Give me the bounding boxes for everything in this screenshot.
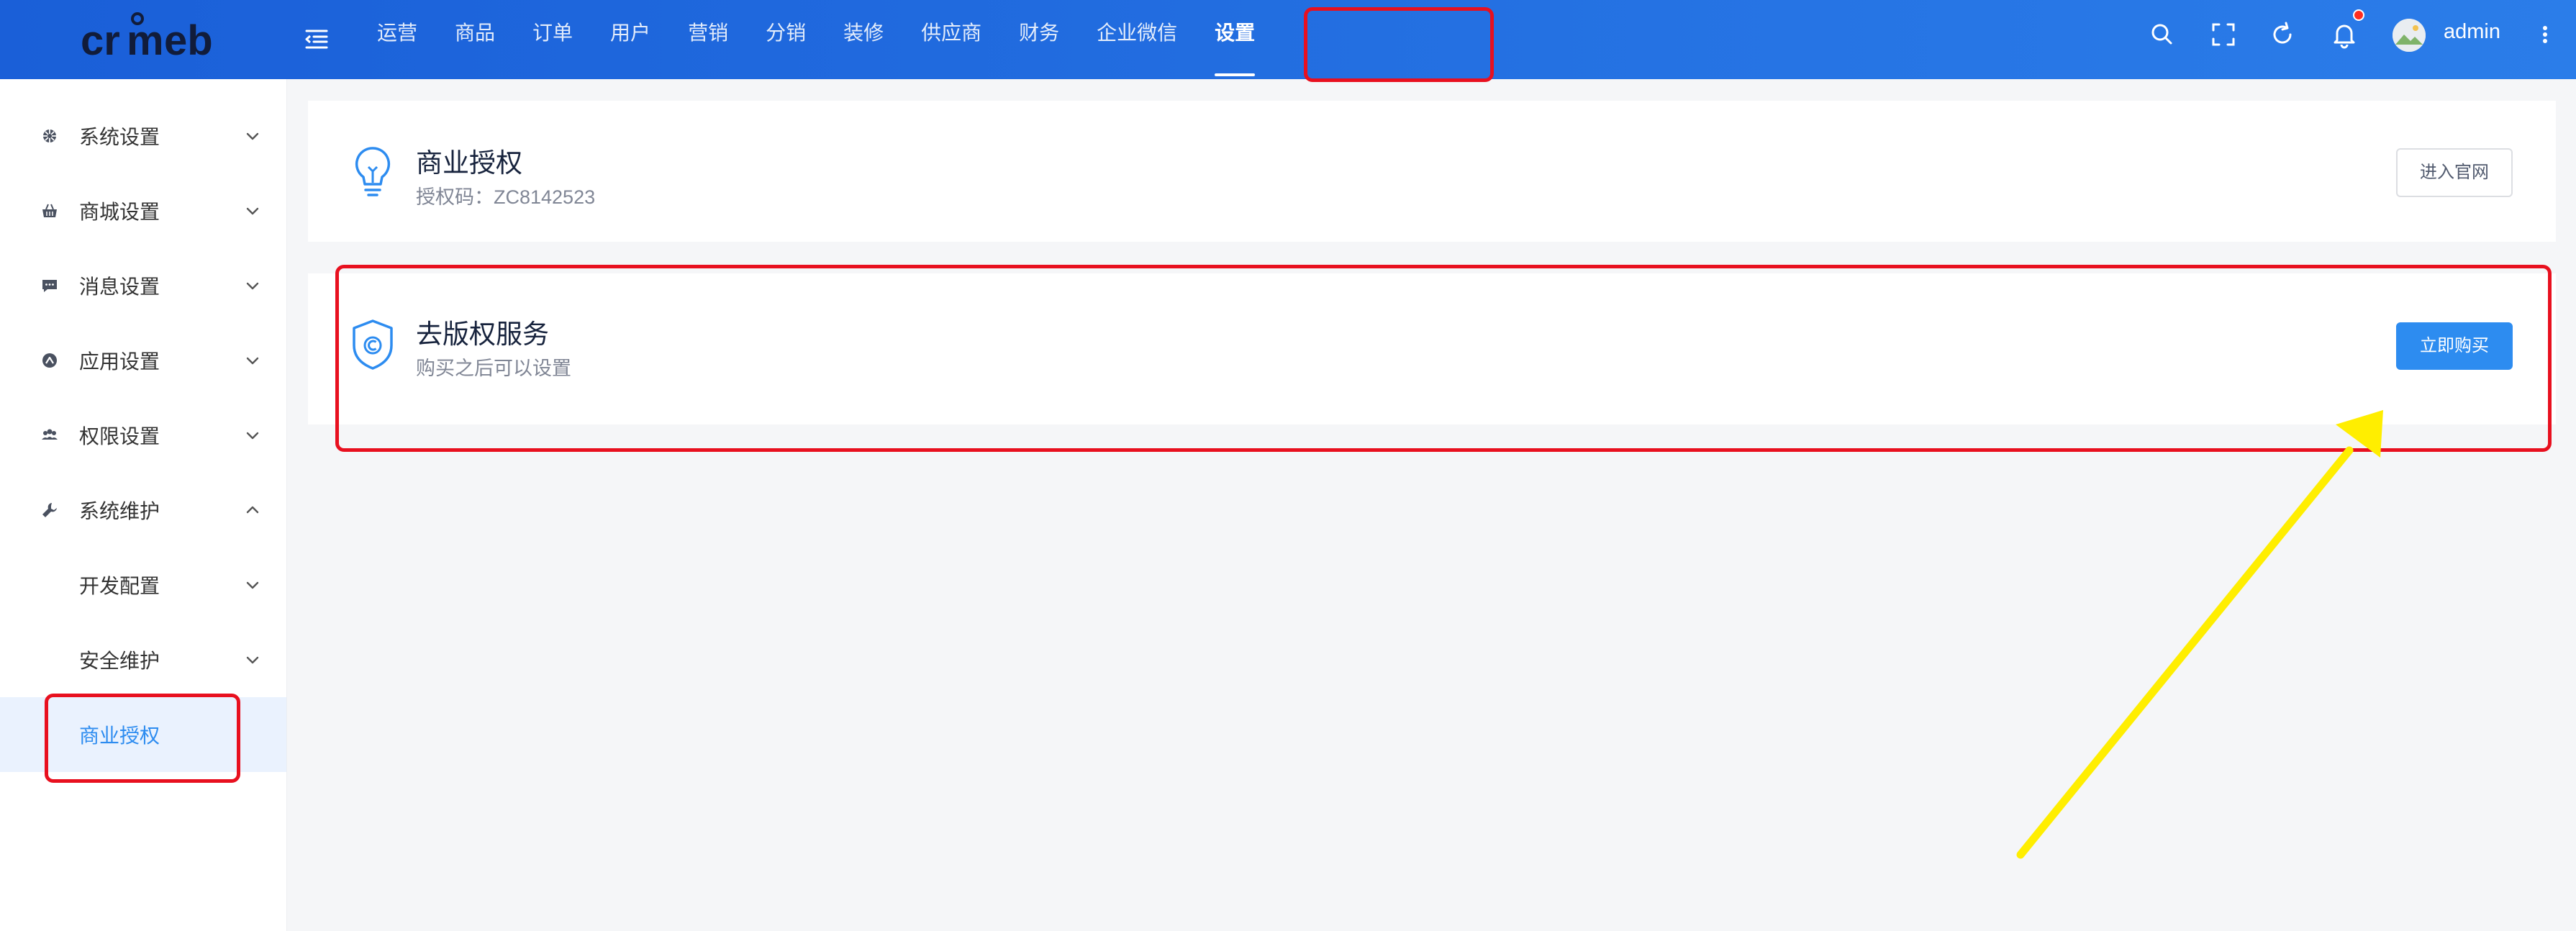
nav-distribution[interactable]: 分销: [747, 0, 825, 79]
svg-text:cr: cr: [81, 17, 120, 64]
nav-finance[interactable]: 财务: [1000, 0, 1078, 79]
chevron-down-icon: [246, 581, 259, 589]
basket-icon: [42, 204, 57, 217]
sidebar-item-label: 应用设置: [79, 350, 160, 373]
avatar-image-icon: [2393, 19, 2426, 52]
chevron-down-icon: [246, 282, 259, 290]
notification-badge: [2353, 9, 2364, 21]
sidebar-item-label: 消息设置: [79, 276, 160, 298]
sidebar-item-label: 商城设置: [79, 201, 160, 223]
chevron-down-icon: [246, 432, 259, 440]
shield-copyright-icon: [353, 319, 393, 370]
sidebar-item-label: 开发配置: [79, 575, 160, 597]
group-icon: [42, 429, 58, 440]
sidebar-subitem-commercial-license[interactable]: 商业授权: [0, 697, 286, 772]
settings-wheel-icon: [43, 130, 56, 142]
fullscreen-icon[interactable]: [2208, 19, 2239, 50]
message-icon: [42, 280, 57, 292]
nav-marketing[interactable]: 营销: [669, 0, 747, 79]
sidebar-item-system-maintenance[interactable]: 系统维护: [0, 473, 286, 548]
menu-fold-icon[interactable]: [302, 24, 331, 53]
chevron-down-icon: [246, 357, 259, 365]
visit-official-site-button[interactable]: 进入官网: [2396, 148, 2513, 197]
sidebar-item-mall-settings[interactable]: 商城设置: [0, 173, 286, 248]
nav-settings[interactable]: 设置: [1196, 0, 1274, 79]
sidebar-subitem-dev-config[interactable]: 开发配置: [0, 548, 286, 622]
chevron-down-icon: [246, 207, 259, 215]
top-navigation-bar: cr m eb 运营 商品 订单 用户 营销 分销 装修 供应商 财务 企业微信…: [0, 0, 2576, 79]
license-title: 商业授权: [416, 148, 522, 178]
nav-wecom[interactable]: 企业微信: [1078, 0, 1196, 79]
sidebar: 系统设置 商城设置 消息设置 应用设置 权限设置 系统维护 开发配置 安全维护 …: [0, 79, 287, 931]
crmeb-logo[interactable]: cr m eb: [79, 9, 216, 71]
copyright-removal-subtitle: 购买之后可以设置: [416, 358, 571, 379]
lightbulb-icon: [355, 147, 391, 196]
app-icon: [42, 353, 57, 368]
svg-text:eb: eb: [164, 17, 213, 64]
sidebar-item-app-settings[interactable]: 应用设置: [0, 323, 286, 398]
sidebar-item-message-settings[interactable]: 消息设置: [0, 248, 286, 323]
nav-products[interactable]: 商品: [436, 0, 514, 79]
nav-users[interactable]: 用户: [591, 0, 669, 79]
nav-suppliers[interactable]: 供应商: [902, 0, 1000, 79]
chevron-up-icon: [246, 506, 259, 514]
bell-icon[interactable]: [2328, 19, 2360, 50]
sidebar-item-label: 权限设置: [79, 425, 160, 448]
sidebar-item-label: 商业授权: [79, 725, 160, 747]
refresh-icon[interactable]: [2267, 19, 2298, 50]
sidebar-item-system-settings[interactable]: 系统设置: [0, 99, 286, 173]
sidebar-item-permission-settings[interactable]: 权限设置: [0, 398, 286, 473]
sidebar-item-label: 系统设置: [79, 126, 160, 148]
svg-text:m: m: [127, 17, 164, 64]
chevron-down-icon: [246, 132, 259, 140]
chevron-down-icon: [246, 656, 259, 664]
buy-now-button[interactable]: 立即购买: [2396, 322, 2513, 370]
nav-decoration[interactable]: 装修: [825, 0, 902, 79]
avatar[interactable]: [2393, 19, 2426, 52]
search-icon[interactable]: [2146, 19, 2178, 50]
copyright-removal-card: 去版权服务 购买之后可以设置 立即购买: [308, 273, 2556, 424]
sidebar-subitem-security-maintenance[interactable]: 安全维护: [0, 622, 286, 697]
license-card: 商业授权 授权码：ZC8142523 进入官网: [308, 101, 2556, 242]
sidebar-item-label: 系统维护: [79, 500, 160, 522]
copyright-removal-title: 去版权服务: [416, 319, 549, 349]
wrench-icon: [42, 503, 57, 517]
main-nav: 运营 商品 订单 用户 营销 分销 装修 供应商 财务 企业微信 设置: [358, 0, 1274, 79]
nav-orders[interactable]: 订单: [514, 0, 591, 79]
username[interactable]: admin: [2444, 20, 2500, 44]
sidebar-item-label: 安全维护: [79, 650, 160, 672]
license-code: 授权码：ZC8142523: [416, 186, 596, 208]
more-vertical-icon[interactable]: [2534, 19, 2556, 50]
nav-operations[interactable]: 运营: [358, 0, 436, 79]
